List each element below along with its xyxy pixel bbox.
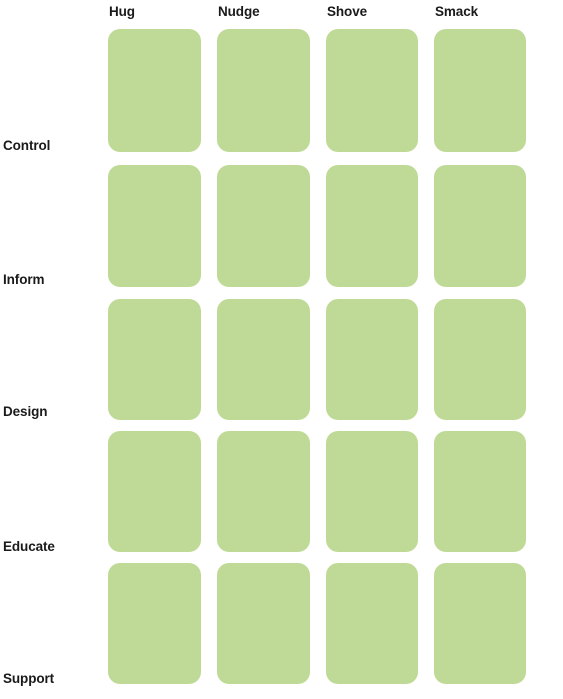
matrix-cell-design-shove[interactable]: [326, 299, 418, 420]
matrix-cell-support-smack[interactable]: [434, 563, 526, 684]
matrix-cell-design-hug[interactable]: [108, 299, 201, 420]
matrix-cell-educate-hug[interactable]: [108, 431, 201, 552]
matrix-row-control: [0, 29, 563, 152]
matrix-cell-inform-hug[interactable]: [108, 165, 201, 287]
matrix-row-educate: [0, 431, 563, 552]
matrix-row-design: [0, 299, 563, 420]
matrix-cell-control-smack[interactable]: [434, 29, 526, 152]
matrix-cell-support-nudge[interactable]: [217, 563, 310, 684]
matrix-cell-control-hug[interactable]: [108, 29, 201, 152]
matrix-row-support: [0, 563, 563, 684]
column-header-nudge: Nudge: [218, 4, 260, 19]
column-header-shove: Shove: [327, 4, 368, 19]
matrix-cell-educate-shove[interactable]: [326, 431, 418, 552]
behaviour-change-matrix: Hug Nudge Shove Smack Control Inform Des…: [0, 0, 563, 699]
matrix-row-inform: [0, 165, 563, 287]
matrix-cell-educate-nudge[interactable]: [217, 431, 310, 552]
column-header-smack: Smack: [435, 4, 479, 19]
column-header-row: Hug Nudge Shove Smack: [0, 0, 563, 29]
matrix-cell-design-smack[interactable]: [434, 299, 526, 420]
matrix-cell-design-nudge[interactable]: [217, 299, 310, 420]
matrix-cell-control-nudge[interactable]: [217, 29, 310, 152]
matrix-cell-support-hug[interactable]: [108, 563, 201, 684]
matrix-cell-support-shove[interactable]: [326, 563, 418, 684]
matrix-cell-control-shove[interactable]: [326, 29, 418, 152]
matrix-cell-educate-smack[interactable]: [434, 431, 526, 552]
matrix-cell-inform-shove[interactable]: [326, 165, 418, 287]
matrix-cell-inform-smack[interactable]: [434, 165, 526, 287]
column-header-hug: Hug: [109, 4, 135, 19]
matrix-cell-inform-nudge[interactable]: [217, 165, 310, 287]
